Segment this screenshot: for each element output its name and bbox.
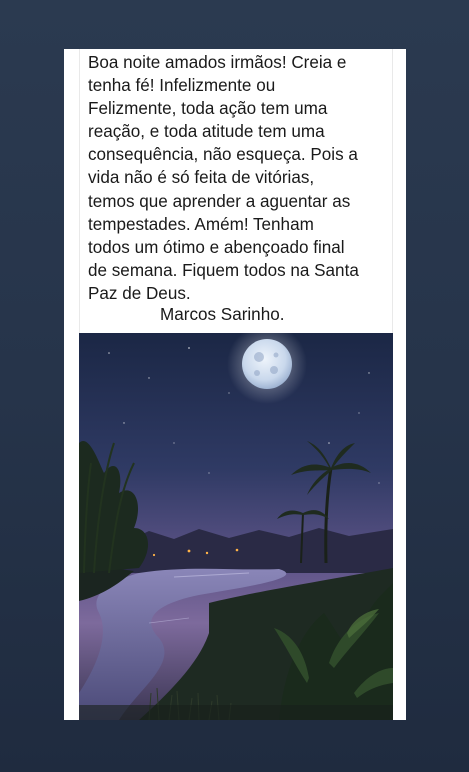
post-line: tenha fé! Infelizmente ou [88, 76, 276, 96]
night-landscape-image[interactable] [79, 333, 393, 720]
post-line: tempestades. Amém! Tenham [88, 214, 314, 234]
post-line: reação, e toda atitude tem uma [88, 122, 325, 142]
post-line: vida não é só feita de vitórias, [88, 168, 315, 188]
post-line: Boa noite amados irmãos! Creia e [88, 53, 347, 72]
moon [242, 339, 292, 389]
card-left-edge [79, 49, 80, 333]
card-right-edge [392, 49, 393, 333]
post-line: todos um ótimo e abençoado final [88, 237, 345, 257]
post-line: Paz de Deus. [88, 283, 191, 303]
post-message: Boa noite amados irmãos! Creia e tenha f… [88, 51, 388, 305]
post-card: Boa noite amados irmãos! Creia e tenha f… [64, 49, 406, 720]
post-signature: Marcos Sarinho. [160, 305, 285, 324]
post-line: de semana. Fiquem todos na Santa [88, 260, 359, 280]
post-line: Felizmente, toda ação tem uma [88, 99, 328, 119]
post-line: temos que aprender a aguentar as [88, 191, 351, 211]
post-line: consequência, não esqueça. Pois a [88, 145, 358, 165]
